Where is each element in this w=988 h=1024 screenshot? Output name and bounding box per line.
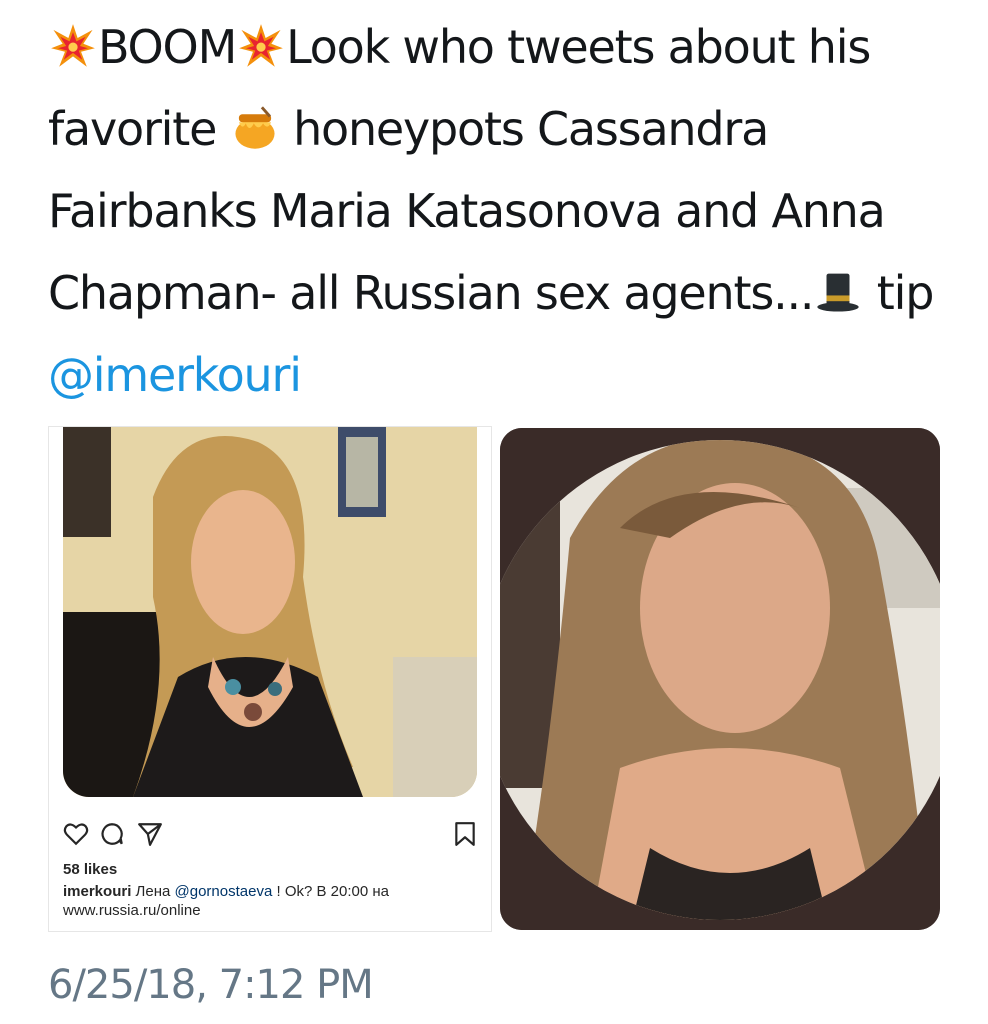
photo-woman-office xyxy=(63,427,477,797)
collision-icon xyxy=(239,24,283,67)
caption-username[interactable]: imerkouri xyxy=(63,883,131,900)
caption-mention[interactable]: @gornostaeva xyxy=(175,883,273,900)
comment-icon[interactable] xyxy=(99,821,125,847)
collision-icon xyxy=(51,24,95,67)
circular-profile-photo[interactable] xyxy=(500,428,940,930)
caption-url: www.russia.ru/online xyxy=(63,902,201,919)
caption-text: Лена xyxy=(135,883,171,900)
instagram-post-screenshot[interactable]: 58 likes imerkouri Лена @gornostaeva ! O… xyxy=(48,426,492,932)
likes-count: 58 likes xyxy=(63,861,118,878)
share-icon[interactable] xyxy=(137,821,163,847)
top-hat-icon xyxy=(817,273,860,312)
tweet-text: BOOM Look who tweets about his favorite … xyxy=(48,6,948,416)
tweet-text-boom: BOOM xyxy=(98,20,237,74)
caption-text-cont: ! Ok? В 20:00 на xyxy=(276,883,389,900)
heart-icon[interactable] xyxy=(63,821,89,847)
post-caption: imerkouri Лена @gornostaeva ! Ok? В 20:0… xyxy=(63,882,483,920)
bookmark-icon[interactable] xyxy=(453,821,477,847)
tweet-timestamp[interactable]: 6/25/18, 7:12 PM xyxy=(48,962,374,1008)
honey-pot-icon xyxy=(235,106,275,149)
tweet-media[interactable]: 58 likes imerkouri Лена @gornostaeva ! O… xyxy=(48,426,940,932)
tweet-text-tip: tip xyxy=(876,266,935,320)
post-actions-bar xyxy=(63,821,477,849)
mention-link[interactable]: @imerkouri xyxy=(48,348,302,402)
